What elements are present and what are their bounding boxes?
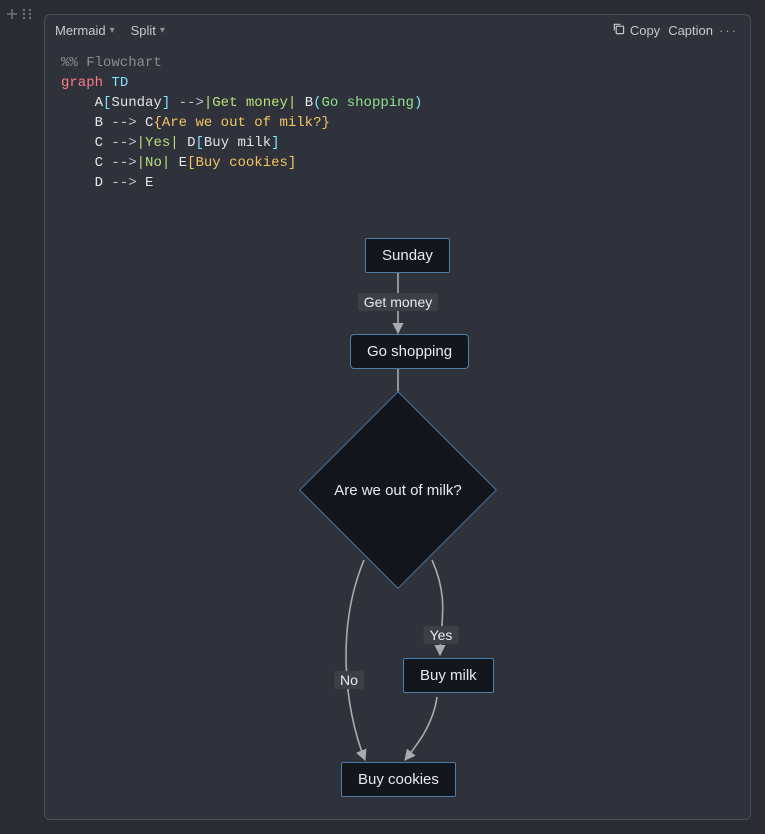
- node-b-label: Go shopping: [367, 343, 452, 360]
- node-c[interactable]: Are we out of milk?: [328, 420, 468, 560]
- code-direction: TD: [111, 75, 128, 91]
- block-toolbar: Mermaid ▾ Split ▾ Copy Caption ···: [45, 15, 750, 45]
- caption-label: Caption: [668, 23, 713, 38]
- add-block-icon[interactable]: [6, 7, 18, 25]
- node-b[interactable]: Go shopping: [350, 334, 469, 369]
- node-a-label: Sunday: [382, 247, 433, 264]
- edge-label-yes: Yes: [424, 626, 459, 644]
- node-a[interactable]: Sunday: [365, 238, 450, 273]
- node-e[interactable]: Buy cookies: [341, 762, 456, 797]
- language-label: Mermaid: [55, 23, 106, 38]
- node-d-label: Buy milk: [420, 667, 477, 684]
- caption-button[interactable]: Caption: [664, 21, 717, 40]
- more-button[interactable]: ···: [717, 23, 740, 38]
- edge-label-getmoney: Get money: [358, 293, 438, 311]
- chevron-down-icon: ▾: [110, 25, 115, 36]
- code-comment: %% Flowchart: [61, 55, 162, 71]
- language-dropdown[interactable]: Mermaid ▾: [55, 23, 115, 38]
- copy-button[interactable]: Copy: [608, 20, 664, 40]
- view-dropdown[interactable]: Split ▾: [131, 23, 165, 38]
- code-keyword: graph: [61, 75, 103, 91]
- chevron-down-icon: ▾: [160, 25, 165, 36]
- node-e-label: Buy cookies: [358, 771, 439, 788]
- copy-label: Copy: [630, 23, 660, 38]
- code-editor[interactable]: %% Flowchart graph TD A[Sunday] -->|Get …: [45, 45, 750, 205]
- edge-label-no: No: [334, 671, 364, 689]
- node-c-label: Are we out of milk?: [334, 482, 462, 499]
- copy-icon: [612, 22, 625, 38]
- mermaid-block: Mermaid ▾ Split ▾ Copy Caption ··· %% Fl…: [44, 14, 751, 820]
- node-d[interactable]: Buy milk: [403, 658, 494, 693]
- view-label: Split: [131, 23, 156, 38]
- diagram-preview[interactable]: Sunday Get money Go shopping Are we out …: [45, 205, 750, 815]
- drag-handle-icon[interactable]: [22, 7, 32, 25]
